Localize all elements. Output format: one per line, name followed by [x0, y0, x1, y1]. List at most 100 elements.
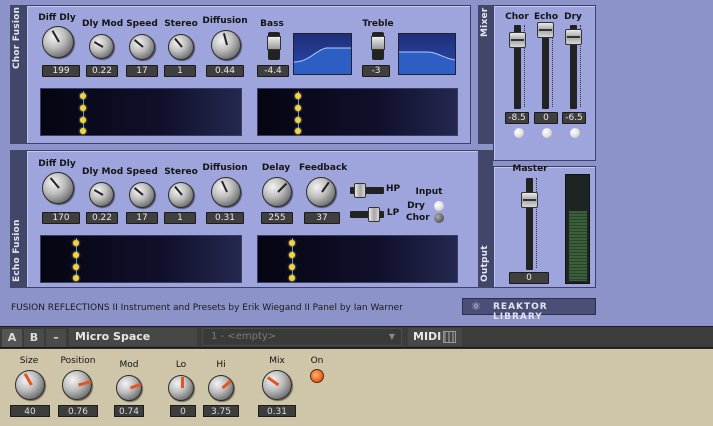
mixer-chor-label: Chor	[505, 12, 529, 22]
midi-label: MIDI	[413, 330, 442, 343]
treble-fader-cap[interactable]	[371, 36, 385, 50]
chor-stereo-knob[interactable]	[168, 34, 194, 60]
lp-slider-handle[interactable]	[368, 207, 380, 222]
echo-stereo-knob[interactable]	[168, 182, 194, 208]
macro-hi-knob[interactable]	[208, 375, 234, 401]
mixer-echo-fader[interactable]	[537, 22, 554, 109]
chor-delay-display-right	[257, 88, 458, 136]
minus-button[interactable]: –	[46, 329, 66, 347]
chor-dlymod-label: Dly Mod	[82, 19, 124, 29]
treble-eq-curve	[399, 51, 455, 74]
chevron-down-icon: ▼	[388, 332, 395, 341]
master-value: 0	[509, 272, 549, 284]
macro-mod-value: 0.74	[114, 405, 144, 417]
echo-diffusion-knob[interactable]	[211, 177, 241, 207]
input-dry-label: Dry	[407, 201, 425, 211]
chor-speed-knob[interactable]	[129, 34, 155, 60]
reaktor-logo-icon: ⚛	[471, 300, 481, 313]
preset-name-field[interactable]: Micro Space	[69, 328, 197, 346]
master-label: Master	[512, 164, 548, 174]
mixer-dry-value: -6.5	[562, 112, 586, 124]
chor-speed-label: Speed	[126, 19, 158, 29]
bass-fader-cap[interactable]	[267, 36, 281, 50]
macro-mod-label: Mod	[119, 360, 139, 370]
echo-fusion-tab: Echo Fusion	[10, 150, 26, 288]
echo-feedback-knob[interactable]	[306, 177, 336, 207]
output-label: Output	[480, 245, 490, 282]
output-level-meter	[565, 174, 590, 284]
echo-diffusion-value: 0.31	[206, 212, 244, 224]
midi-grid-icon	[443, 331, 456, 343]
macro-mod-knob[interactable]	[116, 375, 142, 401]
macro-lo-knob[interactable]	[168, 375, 194, 401]
chor-dlymod-value: 0.22	[86, 65, 118, 77]
bass-value: -4.4	[257, 65, 289, 77]
treble-value: -3	[362, 65, 390, 77]
mixer-chor-value: -8.5	[505, 112, 529, 124]
chor-fusion-tab: Chor Fusion	[10, 5, 26, 144]
bass-eq-curve	[294, 47, 351, 74]
macro-lo-value: 0	[170, 405, 196, 417]
mixer-dry-mute[interactable]	[570, 128, 580, 138]
macro-mix-knob[interactable]	[262, 370, 292, 400]
echo-stereo-value: 1	[164, 212, 196, 224]
tab-a[interactable]: A	[2, 329, 22, 347]
echo-delay-value: 255	[261, 212, 293, 224]
hp-slider[interactable]	[350, 183, 384, 198]
midi-button[interactable]: MIDI	[408, 328, 462, 346]
echo-speed-knob[interactable]	[129, 182, 155, 208]
echo-dlymod-knob[interactable]	[89, 182, 114, 207]
bass-fader[interactable]	[267, 32, 281, 60]
input-dry-radio[interactable]	[434, 201, 444, 211]
mixer-echo-fader-cap[interactable]	[537, 22, 554, 38]
macro-on-label: On	[310, 356, 324, 366]
master-fader-cap[interactable]	[521, 192, 538, 208]
macro-hi-label: Hi	[216, 360, 226, 370]
mixer-tab: Mixer	[478, 5, 493, 144]
tab-b[interactable]: B	[24, 329, 44, 347]
hp-slider-handle[interactable]	[354, 183, 366, 198]
echo-feedback-value: 37	[304, 212, 340, 224]
mixer-echo-value: 0	[534, 112, 558, 124]
snapshot-select-value: 1 - <empty>	[211, 331, 277, 342]
echo-stereo-label: Stereo	[164, 167, 198, 177]
chor-dlymod-knob[interactable]	[89, 34, 114, 59]
lp-label: LP	[386, 208, 400, 218]
mixer-dry-fader-cap[interactable]	[565, 29, 582, 45]
mixer-chor-fader-cap[interactable]	[509, 32, 526, 48]
mixer-chor-mute[interactable]	[514, 128, 524, 138]
chor-fusion-label: Chor Fusion	[12, 6, 22, 69]
chor-diffdly-value: 199	[42, 65, 80, 77]
input-chor-radio[interactable]	[434, 213, 444, 223]
macro-size-knob[interactable]	[15, 370, 45, 400]
chor-diffdly-label: Diff Dly	[38, 13, 76, 23]
echo-delay-label: Delay	[261, 163, 291, 173]
treble-eq-display	[398, 33, 456, 75]
output-tab: Output	[478, 150, 493, 288]
chor-diffusion-knob[interactable]	[211, 30, 241, 60]
macro-lo-label: Lo	[175, 360, 187, 370]
macro-position-value: 0.76	[58, 405, 98, 417]
macro-on-toggle[interactable]	[310, 369, 324, 383]
mixer-chor-fader[interactable]	[509, 25, 526, 109]
mixer-dry-fader[interactable]	[565, 25, 582, 109]
echo-dlymod-value: 0.22	[86, 212, 118, 224]
output-level-meter-fill	[569, 211, 587, 281]
chor-delay-display-left	[40, 88, 242, 136]
echo-speed-value: 17	[126, 212, 158, 224]
snapshot-select[interactable]: 1 - <empty> ▼	[202, 328, 402, 346]
echo-diffdly-knob[interactable]	[42, 172, 74, 204]
chor-stereo-label: Stereo	[164, 19, 198, 29]
credits-text: FUSION REFLECTIONS II Instrument and Pre…	[11, 303, 403, 313]
chor-diffdly-knob[interactable]	[42, 26, 74, 58]
mixer-echo-mute[interactable]	[542, 128, 552, 138]
echo-diffdly-value: 170	[42, 212, 80, 224]
macro-position-knob[interactable]	[62, 370, 92, 400]
lp-slider[interactable]	[350, 207, 384, 222]
echo-delay-display-left	[40, 235, 242, 283]
input-chor-label: Chor	[406, 213, 430, 223]
master-fader[interactable]	[521, 178, 538, 270]
echo-delay-knob[interactable]	[262, 177, 292, 207]
treble-fader[interactable]	[371, 32, 385, 60]
echo-delay-display-right	[257, 235, 458, 283]
